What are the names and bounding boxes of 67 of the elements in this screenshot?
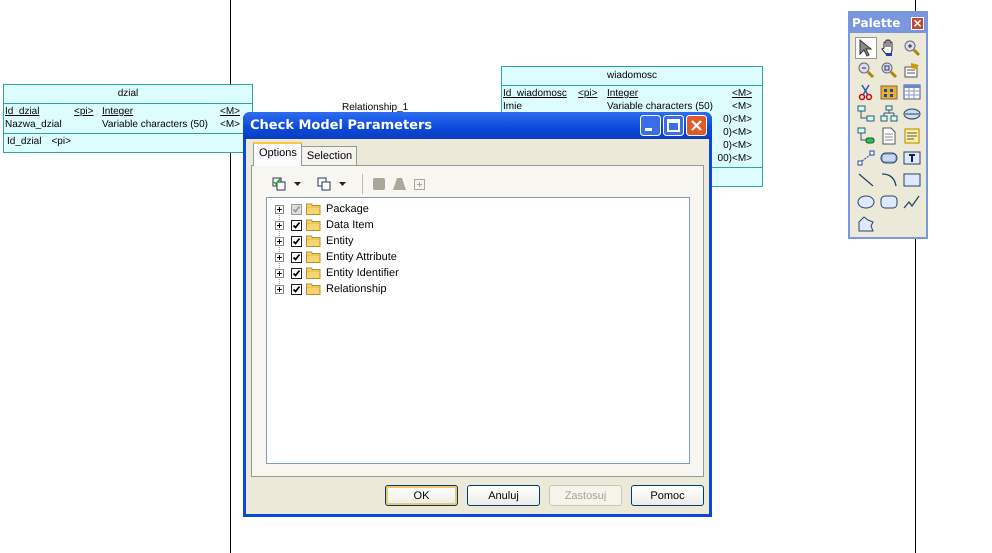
attribute-type: 0): [723, 114, 732, 125]
dialog-button[interactable]: Anuluj: [467, 485, 540, 506]
tree-item[interactable]: Entity: [326, 235, 354, 247]
dialog-button[interactable]: Pomoc: [631, 485, 704, 506]
mandatory-tag: <M>: [732, 114, 752, 125]
identifier-name: Id_dzial: [7, 136, 42, 147]
checkbox[interactable]: [291, 268, 302, 278]
attribute-type: Variable characters (50): [607, 101, 713, 112]
attribute-name: Nazwa_dzial: [5, 119, 62, 130]
checkbox[interactable]: [291, 220, 302, 230]
expand-icon[interactable]: [275, 204, 284, 214]
checkbox[interactable]: [291, 284, 302, 294]
mandatory-tag: <M>: [732, 153, 752, 164]
palette-title: Palette: [852, 16, 900, 30]
attribute-type: 0): [723, 140, 732, 151]
attribute-type: 0): [723, 127, 732, 138]
caret-icon[interactable]: [339, 182, 346, 186]
primary-identifier-tag: <pi>: [578, 88, 598, 99]
checkbox[interactable]: [291, 204, 302, 214]
tree-item[interactable]: Relationship: [326, 283, 387, 295]
tree-item[interactable]: Entity Attribute: [326, 251, 397, 263]
tree-item[interactable]: Data Item: [326, 219, 374, 231]
maximize-button[interactable]: [663, 115, 684, 136]
tree-item[interactable]: Package: [326, 203, 369, 215]
attribute-name: Imie: [503, 101, 522, 112]
expand-icon[interactable]: [275, 236, 284, 246]
attribute-type: Integer: [102, 106, 134, 117]
window-title: Check Model Parameters: [250, 118, 432, 133]
checkbox[interactable]: [291, 236, 302, 246]
check-all-icon[interactable]: [272, 177, 286, 191]
expand-icon[interactable]: [275, 220, 284, 230]
relationship-label: Relationship_1: [342, 102, 408, 113]
dialog-button[interactable]: OK: [385, 485, 458, 506]
entity-title: dzial: [118, 88, 138, 99]
primary-identifier-tag: <pi>: [51, 136, 71, 147]
expand-icon[interactable]: [275, 268, 284, 278]
mandatory-tag: <M>: [732, 101, 752, 112]
folder-icon: [306, 203, 321, 215]
mandatory-tag: <M>: [220, 106, 240, 117]
caret-icon[interactable]: [294, 182, 301, 186]
attribute-name: Id_wiadomosc: [503, 88, 567, 99]
attribute-type: Integer: [607, 88, 638, 99]
mandatory-tag: <M>: [732, 127, 752, 138]
mandatory-tag: <M>: [732, 88, 752, 99]
attribute-type: 00): [718, 153, 732, 164]
pointer-icon[interactable]: [855, 37, 877, 59]
folder-icon: [306, 235, 321, 247]
attribute-type: Variable characters (50): [102, 119, 208, 130]
tab[interactable]: Options: [253, 142, 302, 166]
attribute-name: Id_dzial: [5, 106, 40, 117]
mandatory-tag: <M>: [732, 140, 752, 151]
mandatory-tag: <M>: [220, 119, 240, 130]
primary-identifier-tag: <pi>: [74, 106, 94, 117]
expand-icon[interactable]: [275, 284, 284, 294]
uncheck-all-icon[interactable]: [317, 177, 331, 191]
close-button[interactable]: ×: [911, 16, 924, 30]
close-button[interactable]: [686, 115, 707, 136]
folder-icon: [306, 283, 321, 295]
folder-icon: [306, 267, 321, 279]
folder-icon: [306, 251, 321, 263]
checkbox[interactable]: [291, 252, 302, 262]
tab[interactable]: Selection: [300, 146, 358, 166]
expand-icon[interactable]: [275, 252, 284, 262]
tree-item[interactable]: Entity Identifier: [326, 267, 399, 279]
entity-title: wiadomosc: [606, 70, 658, 81]
minimize-button[interactable]: [640, 115, 661, 136]
folder-icon: [306, 219, 321, 231]
